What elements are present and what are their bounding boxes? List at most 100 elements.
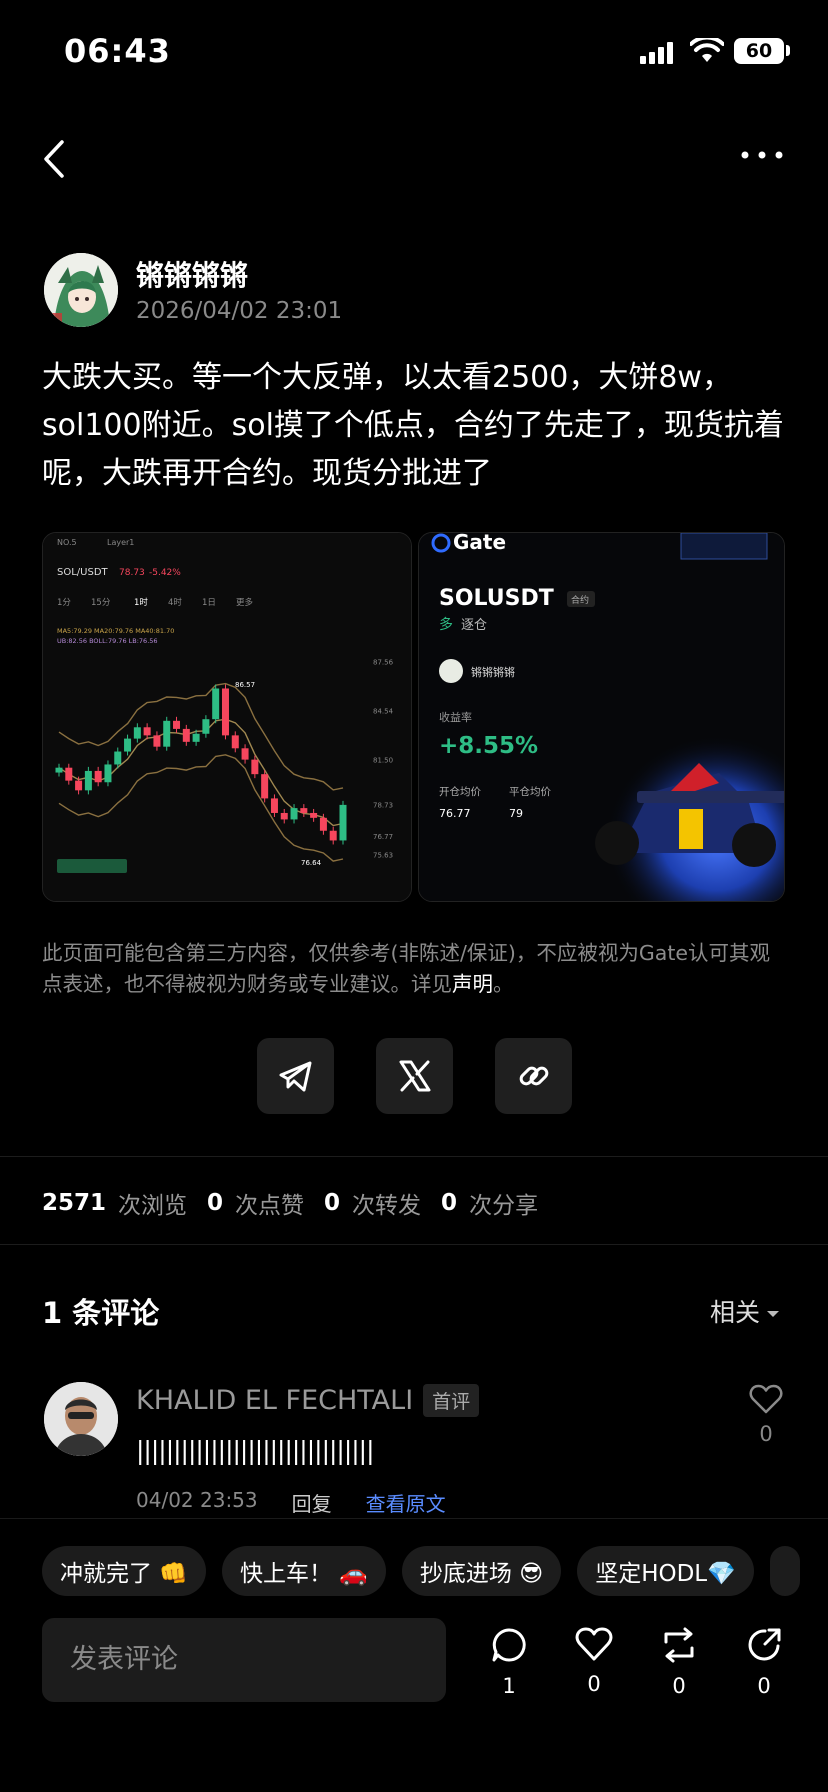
- disclaimer-link[interactable]: 声明: [452, 972, 493, 996]
- chart-interval-tab: 4时: [168, 597, 182, 608]
- chart-interval-tab: 15分: [91, 598, 111, 608]
- share-action[interactable]: 0: [739, 1626, 789, 1698]
- candle-body: [270, 798, 278, 813]
- candle-body: [173, 720, 181, 729]
- pnl-brand: Gate: [453, 533, 506, 554]
- wifi-icon: [690, 38, 724, 62]
- pnl-direction: 多: [439, 616, 453, 633]
- more-icon[interactable]: [740, 150, 784, 160]
- chart-svg: NO.5 Layer1 SOL/USDT 78.73 -5.42% 1分 15分 1…: [43, 533, 411, 901]
- pnl-open-label: 开仓均价: [439, 785, 481, 798]
- like-action[interactable]: 0: [569, 1626, 619, 1696]
- chart-interval-tab: 1分: [57, 598, 71, 608]
- shares-label: 次分享: [469, 1193, 539, 1219]
- comment-text: ||||||||||||||||||||||||||||||||: [136, 1436, 375, 1465]
- candle-body: [192, 733, 200, 742]
- candle-body: [75, 780, 83, 791]
- chart-high-marker: 86.57: [235, 681, 255, 689]
- quick-chip[interactable]: 坚定HODL💎: [577, 1546, 754, 1596]
- candle-body: [104, 764, 112, 783]
- pnl-card-image[interactable]: Gate SOLUSDT 合约 多 逐仓 锵锵锵锵 收益率 +8.55% 开仓均…: [418, 532, 785, 902]
- candle-body: [163, 720, 171, 747]
- chart-y-tick-label: 81.50: [373, 757, 393, 765]
- comment-meta: 04/02 23:53 回复 查看原文: [136, 1488, 480, 1517]
- pnl-close-label: 平仓均价: [509, 785, 551, 798]
- divider: [0, 1156, 828, 1157]
- candle-body: [261, 774, 269, 799]
- candle-body: [114, 751, 122, 765]
- views-label: 次浏览: [118, 1193, 188, 1219]
- candle-body: [124, 738, 132, 752]
- comment-like-count: 0: [759, 1422, 773, 1446]
- chart-ma-text: MA5:79.29 MA20:79.76 MA40:81.70: [57, 627, 174, 635]
- repost-action-count: 0: [672, 1674, 686, 1698]
- first-comment-badge: 首评: [423, 1384, 480, 1417]
- comment-like-button[interactable]: 0: [749, 1384, 783, 1446]
- view-original-button[interactable]: 查看原文: [366, 1488, 446, 1517]
- chart-position-bar: [57, 859, 127, 873]
- share-action-count: 0: [757, 1674, 771, 1698]
- disclaimer-text: 此页面可能包含第三方内容，仅供参考(非陈述/保证)，不应被视为Gate认可其观点…: [42, 941, 770, 996]
- reply-button[interactable]: 回复: [292, 1488, 332, 1517]
- share-icon: [748, 1628, 781, 1661]
- chart-y-tick-label: 78.73: [373, 801, 393, 809]
- disclaimer-end: 。: [493, 972, 514, 996]
- sort-label: 相关: [710, 1298, 761, 1327]
- comments-action[interactable]: 1: [484, 1626, 534, 1698]
- candle-body: [290, 808, 298, 820]
- candle-body: [251, 759, 259, 775]
- author-name[interactable]: 锵锵锵锵: [136, 254, 248, 294]
- pnl-mode: 逐仓: [461, 618, 487, 633]
- commenter-name[interactable]: KHALID EL FECHTALI: [136, 1385, 413, 1416]
- pnl-user: 锵锵锵锵: [471, 665, 515, 679]
- chart-layer-text: Layer1: [107, 538, 134, 547]
- views-count: 2571: [42, 1190, 107, 1216]
- share-x-button[interactable]: [376, 1038, 453, 1114]
- candle-body: [329, 830, 337, 841]
- heart-icon: [575, 1627, 613, 1661]
- avatar-illustration: [44, 253, 118, 327]
- pnl-contract-tag: 合约: [571, 594, 589, 606]
- comment-input[interactable]: 发表评论: [42, 1618, 446, 1702]
- chart-screenshot-image[interactable]: NO.5 Layer1 SOL/USDT 78.73 -5.42% 1分 15分 1…: [42, 532, 412, 902]
- candle-body: [241, 748, 249, 760]
- commenter-photo: [44, 1382, 118, 1456]
- x-icon: [399, 1060, 430, 1092]
- candle-body: [231, 735, 239, 749]
- quick-chip-overflow[interactable]: [769, 1546, 800, 1596]
- share-telegram-button[interactable]: [257, 1038, 334, 1114]
- candle-body: [94, 770, 102, 783]
- candle-body: [143, 727, 151, 736]
- comment-bubble-icon: [492, 1628, 526, 1662]
- post-stats: 2571 次浏览 0 次点赞 0 次转发 0 次分享: [42, 1186, 558, 1220]
- telegram-icon: [279, 1061, 311, 1092]
- chart-y-tick-label: 76.77: [373, 833, 393, 841]
- comment-count: 1 条评论: [42, 1296, 160, 1330]
- commenter-avatar[interactable]: [44, 1382, 118, 1456]
- link-icon: [519, 1066, 548, 1086]
- pnl-yield-label: 收益率: [439, 710, 472, 724]
- pnl-close-price: 79: [509, 807, 523, 820]
- divider: [0, 1244, 828, 1245]
- author-avatar[interactable]: [44, 253, 118, 327]
- repost-action[interactable]: 0: [654, 1626, 704, 1698]
- quick-chip[interactable]: 快上车！ 🚗: [221, 1546, 386, 1596]
- quick-chip[interactable]: 冲就完了 👊: [42, 1546, 206, 1596]
- candle-body: [212, 688, 220, 720]
- share-link-button[interactable]: [495, 1038, 572, 1114]
- back-arrow-icon[interactable]: [40, 138, 68, 180]
- candle-body: [339, 804, 347, 841]
- candle-body: [300, 808, 308, 813]
- commenter-name-row: KHALID EL FECHTALI 首评: [136, 1384, 480, 1417]
- pnl-card-svg: Gate SOLUSDT 合约 多 逐仓 锵锵锵锵 收益率 +8.55% 开仓均…: [419, 533, 784, 901]
- candle-body: [182, 728, 190, 742]
- sort-dropdown[interactable]: 相关: [710, 1293, 780, 1329]
- caret-down-icon: [767, 1311, 780, 1317]
- heart-icon: [749, 1384, 783, 1414]
- quick-chip[interactable]: 抄底进场 😎: [401, 1546, 562, 1596]
- pnl-symbol: SOLUSDT: [439, 586, 554, 611]
- chart-y-tick-label: 87.56: [373, 659, 394, 667]
- battery-icon: 60: [734, 38, 784, 64]
- candle-body: [55, 767, 63, 773]
- candle-body: [280, 812, 288, 820]
